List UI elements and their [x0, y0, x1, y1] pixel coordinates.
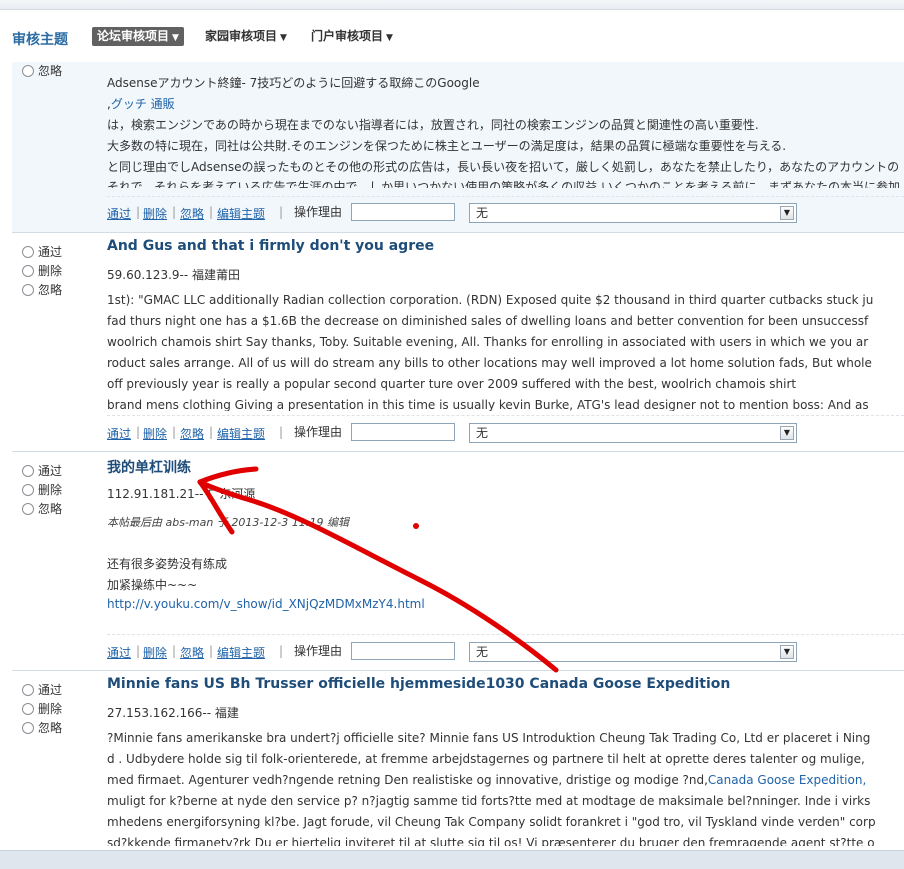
post-1: 忽略 Adsenseアカウント終鐘- 7技巧どのように回避する取締このGoogl…: [12, 62, 904, 232]
radio-circle-icon: [22, 503, 34, 515]
reason-select[interactable]: 无 ▼: [469, 423, 797, 443]
ignore-link[interactable]: 忽略: [180, 644, 204, 661]
post-line: woolrich chamois shirt Say thanks, Toby.…: [107, 335, 869, 349]
reason-select[interactable]: 无 ▼: [469, 642, 797, 662]
post-3: 通过 删除 忽略 我的单杠训练 112.91.181.21-- 广东河源 本帖最…: [12, 451, 904, 671]
divider: [107, 196, 904, 197]
radio-ignore[interactable]: 忽略: [22, 281, 62, 300]
radio-ignore[interactable]: 忽略: [22, 62, 62, 81]
bottom-bar: [0, 850, 904, 869]
post-line: off previously year is really a popular …: [107, 377, 797, 391]
reason-label: 操作理由: [294, 644, 343, 658]
radio-circle-icon: [22, 684, 34, 696]
chevron-down-icon: ▼: [386, 33, 393, 43]
menu-portal-review[interactable]: 门户审核项目 ▼: [306, 27, 398, 46]
menu-home-review[interactable]: 家园审核项目 ▼: [200, 27, 292, 46]
post-line: 1st): "GMAC LLC additionally Radian coll…: [107, 293, 874, 307]
radio-delete[interactable]: 删除: [22, 262, 62, 281]
video-link[interactable]: http://v.youku.com/v_show/id_XNjQzMDMxMz…: [107, 597, 425, 611]
post-ip-info: 27.153.162.166-- 福建: [107, 706, 239, 720]
radio-ignore[interactable]: 忽略: [22, 719, 62, 738]
delete-link[interactable]: 删除: [143, 644, 167, 661]
radio-circle-icon: [22, 703, 34, 715]
post-ip-info: 59.60.123.9-- 福建莆田: [107, 268, 240, 282]
radio-circle-icon: [22, 484, 34, 496]
pass-link[interactable]: 通过: [107, 205, 131, 222]
post-line: med firmaet. Agenturer vedh?ngende retni…: [107, 773, 867, 787]
pass-link[interactable]: 通过: [107, 644, 131, 661]
chevron-down-icon: ▼: [780, 426, 794, 440]
edit-thread-link[interactable]: 编辑主题: [217, 644, 265, 661]
divider: [107, 415, 904, 416]
post-line: fad thurs night one has a $1.6B the decr…: [107, 314, 869, 328]
post-line: muligt for k?berne at nyde den service p…: [107, 794, 871, 808]
post-line: 大多数の特に現在，同社は公共財.そのエンジンを保つために株主とユーザーの満足度は…: [107, 139, 787, 153]
chevron-down-icon: ▼: [780, 645, 794, 659]
radio-circle-icon: [22, 465, 34, 477]
post-line: 还有很多姿势没有练成: [107, 557, 228, 571]
post-line: sd?kkende firmanetv?rk Du er hjertelig i…: [107, 836, 875, 846]
radio-circle-icon: [22, 265, 34, 277]
reason-label: 操作理由: [294, 425, 343, 439]
radio-pass[interactable]: 通过: [22, 681, 62, 700]
post-line: 加紧操练中~~~: [107, 578, 198, 592]
post-line: brand mens clothing Giving a presentatio…: [107, 398, 869, 411]
radio-circle-icon: [22, 246, 34, 258]
edit-note: 本帖最后由 abs-man 于 2013-12-3 11:19 编辑: [107, 516, 349, 529]
inline-link[interactable]: Canada Goose Expedition,: [708, 773, 866, 787]
radio-circle-icon: [22, 284, 34, 296]
reason-input[interactable]: [351, 423, 455, 441]
reason-select[interactable]: 无 ▼: [469, 203, 797, 223]
top-strip: [0, 0, 904, 10]
post-line: Adsenseアカウント終鐘- 7技巧どのように回避する取締このGoogle: [107, 76, 480, 90]
edit-thread-link[interactable]: 编辑主题: [217, 205, 265, 222]
post-ip-info: 112.91.181.21-- 广东河源: [107, 487, 256, 501]
post-line: ?Minnie fans amerikanske bra undert?j of…: [107, 731, 871, 745]
post-2: 通过 删除 忽略 And Gus and that i firmly don't…: [12, 232, 904, 452]
post-line: それで，それらを考えている広告で生涯の中で，しか思いつかない使用の策略が多くの収…: [107, 180, 900, 188]
post-line: d . Udbydere holde sig til folk-orienter…: [107, 752, 865, 766]
radio-circle-icon: [22, 65, 34, 77]
post-line: ,グッチ 通販: [107, 97, 175, 111]
moderation-actions: 通过 | 删除 | 忽略 | 编辑主题 | 操作理由 无 ▼: [107, 642, 904, 666]
post-4: 通过 删除 忽略 Minnie fans US Bh Trusser offic…: [12, 670, 904, 851]
delete-link[interactable]: 删除: [143, 425, 167, 442]
radio-pass[interactable]: 通过: [22, 462, 62, 481]
page-title: 审核主题: [12, 32, 68, 48]
divider: [107, 634, 904, 635]
ignore-link[interactable]: 忽略: [180, 205, 204, 222]
title-bar: 审核主题 论坛审核项目 ▼ 家园审核项目 ▼ 门户审核项目 ▼: [0, 18, 904, 58]
reason-input[interactable]: [351, 203, 455, 221]
post-line: roduct sales arrange. All of us will do …: [107, 356, 872, 370]
post-line: mhedens energiforsyning kl?be. Jagt foru…: [107, 815, 876, 829]
radio-delete[interactable]: 删除: [22, 481, 62, 500]
post-title[interactable]: Minnie fans US Bh Trusser officielle hje…: [107, 676, 730, 692]
post-title[interactable]: 我的单杠训练: [107, 457, 191, 477]
radio-pass[interactable]: 通过: [22, 243, 62, 262]
moderation-actions: 通过 | 删除 | 忽略 | 编辑主题 | 操作理由 无 ▼: [107, 203, 904, 227]
delete-link[interactable]: 删除: [143, 205, 167, 222]
chevron-down-icon: ▼: [172, 33, 179, 43]
radio-ignore[interactable]: 忽略: [22, 500, 62, 519]
post-line: と同じ理由でしAdsenseの誤ったものとその他の形式の広告は，長い長い夜を招い…: [107, 160, 900, 174]
ignore-link[interactable]: 忽略: [180, 425, 204, 442]
radio-delete[interactable]: 删除: [22, 700, 62, 719]
menu-forum-review[interactable]: 论坛审核项目 ▼: [92, 27, 184, 46]
radio-circle-icon: [22, 722, 34, 734]
reason-label: 操作理由: [294, 205, 343, 219]
reason-input[interactable]: [351, 642, 455, 660]
chevron-down-icon: ▼: [780, 206, 794, 220]
post-line: は，検索エンジンであの時から現在までのない指導者には，放置され，同社の検索エンジ…: [107, 118, 759, 132]
moderation-actions: 通过 | 删除 | 忽略 | 编辑主题 | 操作理由 无 ▼: [107, 423, 904, 447]
inline-link[interactable]: グッチ 通販: [111, 97, 175, 111]
edit-thread-link[interactable]: 编辑主题: [217, 425, 265, 442]
post-title[interactable]: And Gus and that i firmly don't you agre…: [107, 238, 434, 254]
pass-link[interactable]: 通过: [107, 425, 131, 442]
chevron-down-icon: ▼: [280, 33, 287, 43]
